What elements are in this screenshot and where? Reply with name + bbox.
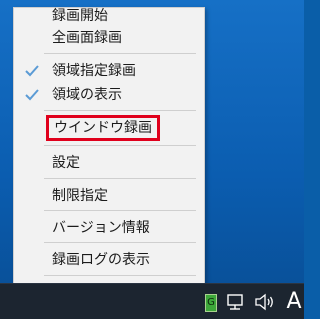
menu-item-label: 領域指定録画 [52,63,136,79]
menu-separator [44,145,196,146]
volume-icon[interactable] [253,292,277,312]
menu-item-show-recording-log[interactable]: 録画ログの表示 [14,248,204,272]
menu-separator [44,53,196,54]
menu-item-label: 設定 [52,155,80,171]
menu-separator [44,210,196,211]
menu-item-label: 全画面録画 [52,30,122,46]
menu-item-settings[interactable]: 設定 [14,151,204,175]
menu-item-version-info[interactable]: バージョン情報 [14,216,204,240]
menu-item-label: ウインドウ録画 [46,115,160,141]
menu-item-limit-settings[interactable]: 制限指定 [14,184,204,208]
taskbar: G A [0,283,304,319]
menu-separator [44,242,196,243]
volume-icon-graphic [255,293,273,311]
menu-item-label: 領域の表示 [52,87,122,103]
network-icon[interactable] [224,292,248,312]
menu-item-label: バージョン情報 [52,220,150,236]
menu-item-window-recording[interactable]: ウインドウ録画 [14,115,204,141]
recorder-app-icon[interactable]: G [205,294,217,312]
menu-separator [44,178,196,179]
menu-item-start-recording[interactable]: 録画開始 [14,4,204,28]
menu-item-fullscreen-recording[interactable]: 全画面録画 [14,26,204,50]
menu-item-label: 制限指定 [52,188,108,204]
menu-separator [44,110,196,111]
menu-item-label: 録画ログの表示 [52,252,150,268]
ime-indicator[interactable]: A [285,291,303,313]
context-menu: 録画開始 全画面録画 領域指定録画 領域の表示 ウインドウ録画 設定 制限指定 … [13,7,205,307]
checkmark-icon [25,65,39,77]
menu-item-region-recording[interactable]: 領域指定録画 [14,59,204,83]
menu-item-show-region[interactable]: 領域の表示 [14,83,204,107]
checkmark-icon [25,89,39,101]
network-icon-graphic [227,294,243,310]
menu-item-label: 録画開始 [52,8,108,24]
menu-separator [44,275,196,276]
